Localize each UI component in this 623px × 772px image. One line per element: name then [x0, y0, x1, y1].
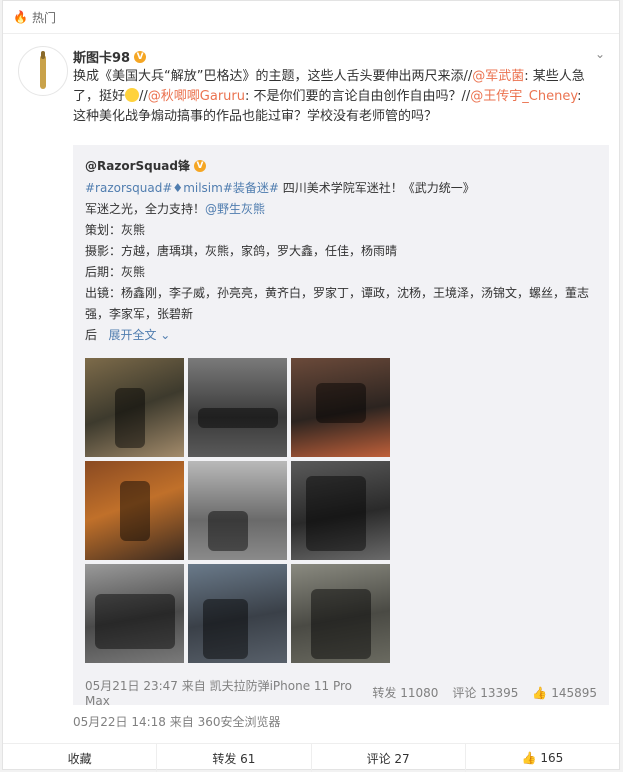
repost-line: 摄影：方越，唐瑀琪，灰熊，家鸽，罗大鑫，任佳，杨雨晴 — [85, 244, 398, 258]
like-count[interactable]: 👍 145895 — [532, 686, 597, 700]
mention-link[interactable]: @军武菌 — [472, 69, 524, 84]
photo-thumbnail[interactable] — [291, 358, 390, 457]
repost-meta: 05月21日 23:47 来自 凯夫拉防弹iPhone 11 Pro Max — [85, 679, 353, 708]
post-text: 换成《美国大兵“解放”巴格达》的主题，这些人舌头要伸出两尺来添//@军武菌: 某… — [73, 69, 585, 124]
repost-line: 策划：灰熊 — [85, 223, 146, 237]
diamond-icon: ♦ — [172, 181, 184, 195]
topic-link[interactable]: milsim — [183, 181, 223, 195]
mention-link[interactable]: @秋唧唧Garuru — [148, 89, 245, 104]
photo-thumbnail[interactable] — [85, 461, 184, 560]
photo-thumbnail[interactable] — [188, 461, 287, 560]
smile-emoji-icon — [125, 88, 140, 102]
photo-thumbnail[interactable] — [85, 358, 184, 457]
hot-header[interactable]: 🔥 热门 — [3, 1, 619, 34]
photo-thumbnail[interactable] — [188, 564, 287, 663]
photo-thumbnail[interactable] — [291, 564, 390, 663]
topic-link[interactable]: #razorsquad# — [85, 181, 172, 195]
repost-count[interactable]: 转发 11080 — [372, 684, 438, 701]
photo-thumbnail[interactable] — [188, 358, 287, 457]
collect-button[interactable]: 收藏 — [3, 744, 158, 772]
action-bar: 收藏 转发 61 评论 27 👍 165 — [3, 743, 619, 772]
repost-author[interactable]: @RazorSquad锋 — [85, 157, 190, 174]
thumbs-up-icon: 👍 — [532, 685, 548, 700]
post-meta: 05月22日 14:18 来自 360安全浏览器 — [73, 713, 281, 730]
repost-footer: 05月21日 23:47 来自 凯夫拉防弹iPhone 11 Pro Max 转… — [85, 677, 597, 708]
topic-link[interactable]: #装备迷# — [223, 181, 279, 195]
avatar[interactable] — [18, 46, 68, 96]
verified-badge-icon: V — [134, 50, 147, 63]
mention-link[interactable]: @王传宇_Cheney — [470, 89, 577, 104]
post-time[interactable]: 05月22日 14:18 — [73, 715, 166, 729]
chevron-down-icon[interactable]: ⌄ — [595, 47, 605, 61]
weibo-card: 🔥 热门 斯图卡98 V ⌄ 换成《美国大兵“解放”巴格达》的主题，这些人舌头要… — [2, 0, 620, 772]
repost-button[interactable]: 转发 61 — [157, 744, 312, 772]
like-button[interactable]: 👍 165 — [466, 744, 619, 772]
repost-line: 出镜：杨鑫刚，李子威，孙亮亮，黄齐白，罗家丁，谭政，沈杨，王境泽，汤锦文，螺丝，… — [85, 286, 590, 321]
author-name[interactable]: 斯图卡98 — [73, 47, 130, 66]
repost-line: 后期：灰熊 — [85, 265, 146, 279]
image-grid — [85, 358, 390, 663]
repost-box: @RazorSquad锋 V #razorsquad#♦milsim#装备迷# … — [73, 145, 609, 708]
repost-line: 后 展开全文 ⌄ — [85, 328, 171, 342]
comment-count[interactable]: 评论 13395 — [452, 684, 518, 701]
repost-line: #razorsquad#♦milsim#装备迷# 四川美术学院军迷社！《武力统一… — [85, 181, 475, 195]
expand-link[interactable]: 展开全文 — [108, 328, 156, 342]
author-row: 斯图卡98 V — [73, 47, 147, 66]
verified-badge-icon: V — [193, 159, 206, 172]
mention-link[interactable]: @野生灰熊 — [205, 202, 265, 216]
hot-label: 热门 — [31, 10, 56, 25]
thumbs-up-icon: 👍 — [521, 751, 537, 765]
repost-line: 军迷之光，全力支持！@野生灰熊 — [85, 202, 266, 216]
photo-thumbnail[interactable] — [291, 461, 390, 560]
flame-icon: 🔥 — [13, 10, 28, 24]
chevron-down-icon[interactable]: ⌄ — [156, 328, 170, 342]
post-source: 来自 360安全浏览器 — [169, 715, 281, 729]
photo-thumbnail[interactable] — [85, 564, 184, 663]
comment-button[interactable]: 评论 27 — [312, 744, 466, 772]
